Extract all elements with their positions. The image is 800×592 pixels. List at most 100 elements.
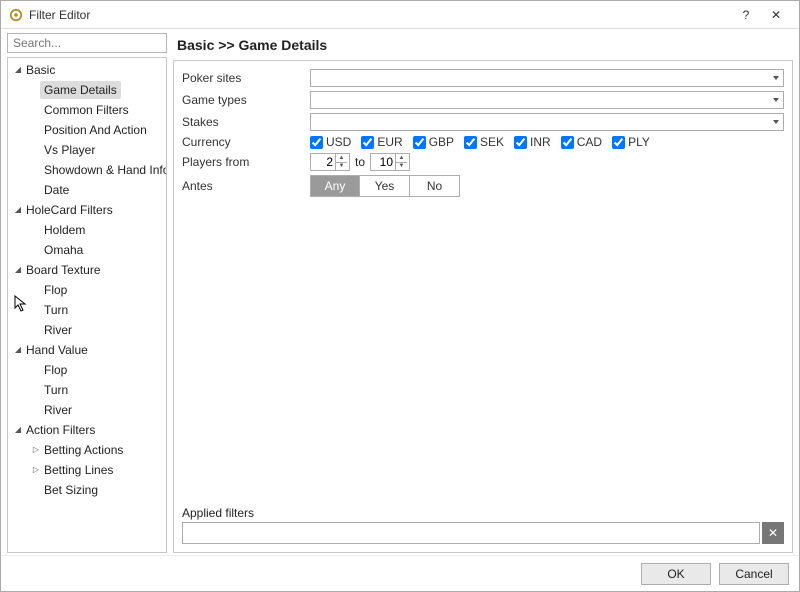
checkbox-input[interactable] bbox=[561, 136, 574, 149]
checkbox-input[interactable] bbox=[612, 136, 625, 149]
tree-label: Betting Actions bbox=[40, 441, 127, 459]
currency-checkbox-usd[interactable]: USD bbox=[310, 135, 351, 149]
filter-editor-window: Filter Editor ? ✕ ◢BasicGame DetailsComm… bbox=[0, 0, 800, 592]
tree-item[interactable]: Holdem bbox=[8, 220, 166, 240]
tree-item[interactable]: Turn bbox=[8, 380, 166, 400]
tree-label: River bbox=[40, 401, 76, 419]
currency-label: Currency bbox=[182, 135, 302, 149]
checkbox-input[interactable] bbox=[361, 136, 374, 149]
players-range-row: ▲▼ to ▲▼ bbox=[310, 153, 784, 171]
tree-group[interactable]: ◢Hand Value bbox=[8, 340, 166, 360]
spin-up-icon[interactable]: ▲ bbox=[336, 154, 347, 163]
players-from-input[interactable] bbox=[311, 155, 335, 169]
tree-item[interactable]: Vs Player bbox=[8, 140, 166, 160]
close-icon: ✕ bbox=[768, 526, 778, 540]
stakes-combo[interactable] bbox=[310, 113, 784, 131]
cancel-button[interactable]: Cancel bbox=[719, 563, 789, 585]
poker-sites-combo[interactable] bbox=[310, 69, 784, 87]
checkbox-input[interactable] bbox=[413, 136, 426, 149]
checkbox-input[interactable] bbox=[464, 136, 477, 149]
tree-item[interactable]: Position And Action bbox=[8, 120, 166, 140]
tree-item[interactable]: River bbox=[8, 320, 166, 340]
game-types-label: Game types bbox=[182, 93, 302, 107]
ok-button[interactable]: OK bbox=[641, 563, 711, 585]
tree-label: Flop bbox=[40, 361, 71, 379]
filter-tree[interactable]: ◢BasicGame DetailsCommon FiltersPosition… bbox=[7, 57, 167, 553]
currency-checkbox-gbp[interactable]: GBP bbox=[413, 135, 454, 149]
tree-item[interactable]: ▷Betting Lines bbox=[8, 460, 166, 480]
tree-item[interactable]: Common Filters bbox=[8, 100, 166, 120]
antes-option-any[interactable]: Any bbox=[310, 175, 360, 197]
tree-item[interactable]: River bbox=[8, 400, 166, 420]
tree-label: Action Filters bbox=[22, 421, 99, 439]
spin-up-icon[interactable]: ▲ bbox=[396, 154, 407, 163]
tree-item[interactable]: Showdown & Hand Info bbox=[8, 160, 166, 180]
players-from-label: Players from bbox=[182, 155, 302, 169]
currency-checkbox-ply[interactable]: PLY bbox=[612, 135, 650, 149]
currency-checkbox-sek[interactable]: SEK bbox=[464, 135, 504, 149]
search-input[interactable] bbox=[7, 33, 167, 53]
antes-segmented: AnyYesNo bbox=[310, 175, 784, 197]
expand-icon[interactable]: ◢ bbox=[14, 62, 22, 78]
antes-option-yes[interactable]: Yes bbox=[360, 175, 410, 197]
tree-label: Game Details bbox=[40, 81, 121, 99]
checkbox-input[interactable] bbox=[514, 136, 527, 149]
currency-checkbox-inr[interactable]: INR bbox=[514, 135, 551, 149]
tree-item[interactable]: Flop bbox=[8, 360, 166, 380]
expand-icon[interactable]: ▷ bbox=[32, 462, 40, 478]
body: ◢BasicGame DetailsCommon FiltersPosition… bbox=[1, 29, 799, 555]
spin-down-icon[interactable]: ▼ bbox=[396, 163, 407, 171]
tree-label: Turn bbox=[40, 381, 72, 399]
close-button[interactable]: ✕ bbox=[761, 5, 791, 25]
help-button[interactable]: ? bbox=[731, 5, 761, 25]
tree-item[interactable]: Bet Sizing bbox=[8, 480, 166, 500]
tree-item[interactable]: Game Details bbox=[8, 80, 166, 100]
expand-icon[interactable]: ◢ bbox=[14, 422, 22, 438]
tree-group[interactable]: ◢Board Texture bbox=[8, 260, 166, 280]
currency-code: INR bbox=[530, 135, 551, 149]
currency-checkbox-eur[interactable]: EUR bbox=[361, 135, 402, 149]
expand-icon[interactable]: ◢ bbox=[14, 202, 22, 218]
main: Basic >> Game Details Poker sites Game t… bbox=[173, 33, 793, 553]
tree-item[interactable]: Omaha bbox=[8, 240, 166, 260]
tree-group[interactable]: ◢HoleCard Filters bbox=[8, 200, 166, 220]
expand-icon[interactable]: ▷ bbox=[32, 442, 40, 458]
tree-label: Showdown & Hand Info bbox=[40, 161, 167, 179]
tree-label: Position And Action bbox=[40, 121, 151, 139]
sidebar: ◢BasicGame DetailsCommon FiltersPosition… bbox=[7, 33, 167, 553]
window-title: Filter Editor bbox=[29, 8, 731, 22]
tree-label: Holdem bbox=[40, 221, 89, 239]
currency-code: SEK bbox=[480, 135, 504, 149]
tree-label: Hand Value bbox=[22, 341, 92, 359]
tree-label: Basic bbox=[22, 61, 59, 79]
tree-label: River bbox=[40, 321, 76, 339]
players-to-stepper[interactable]: ▲▼ bbox=[370, 153, 410, 171]
titlebar: Filter Editor ? ✕ bbox=[1, 1, 799, 29]
spin-down-icon[interactable]: ▼ bbox=[336, 163, 347, 171]
tree-label: Turn bbox=[40, 301, 72, 319]
tree-group[interactable]: ◢Action Filters bbox=[8, 420, 166, 440]
dialog-footer: OK Cancel bbox=[1, 555, 799, 591]
tree-group[interactable]: ◢Basic bbox=[8, 60, 166, 80]
clear-applied-button[interactable]: ✕ bbox=[762, 522, 784, 544]
tree-item[interactable]: Flop bbox=[8, 280, 166, 300]
tree-item[interactable]: Date bbox=[8, 180, 166, 200]
players-to-input[interactable] bbox=[371, 155, 395, 169]
game-types-combo[interactable] bbox=[310, 91, 784, 109]
tree-label: Vs Player bbox=[40, 141, 99, 159]
checkbox-input[interactable] bbox=[310, 136, 323, 149]
tree-label: Omaha bbox=[40, 241, 87, 259]
tree-item[interactable]: ▷Betting Actions bbox=[8, 440, 166, 460]
expand-icon[interactable]: ◢ bbox=[14, 342, 22, 358]
currency-code: CAD bbox=[577, 135, 602, 149]
expand-icon[interactable]: ◢ bbox=[14, 262, 22, 278]
currency-checkbox-cad[interactable]: CAD bbox=[561, 135, 602, 149]
tree-label: Common Filters bbox=[40, 101, 133, 119]
antes-option-no[interactable]: No bbox=[410, 175, 460, 197]
tree-label: Bet Sizing bbox=[40, 481, 102, 499]
tree-item[interactable]: Turn bbox=[8, 300, 166, 320]
currency-code: EUR bbox=[377, 135, 402, 149]
applied-filters-input[interactable] bbox=[182, 522, 760, 544]
players-from-stepper[interactable]: ▲▼ bbox=[310, 153, 350, 171]
details-panel: Poker sites Game types Stakes Currency U… bbox=[173, 60, 793, 553]
